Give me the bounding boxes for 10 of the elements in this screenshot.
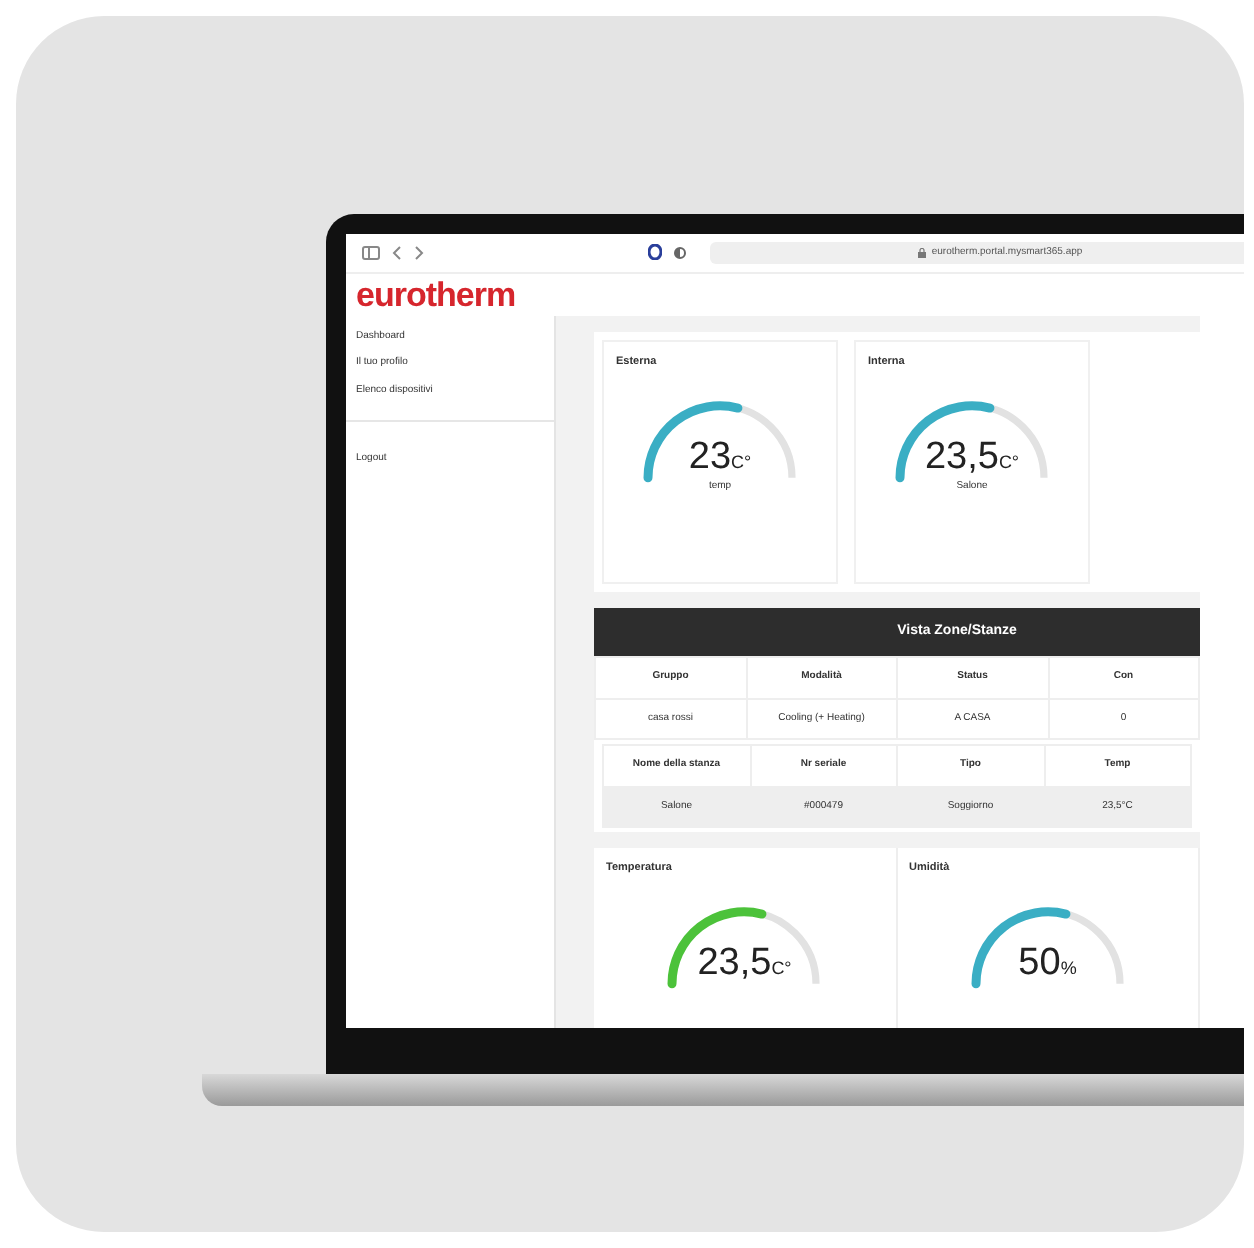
gauge-value: 23,5C°: [924, 437, 1020, 476]
gauge-value: 23C°: [688, 437, 752, 476]
lock-icon: [917, 247, 926, 258]
half-circle-icon[interactable]: [674, 245, 686, 260]
forward-icon[interactable]: [414, 245, 424, 260]
back-icon[interactable]: [392, 245, 402, 260]
sidebar-toggle-icon[interactable]: [362, 245, 380, 260]
gauge-value: 50%: [1018, 944, 1077, 983]
logo: eurotherm: [356, 277, 516, 312]
gauge-value: 23,5C°: [697, 944, 792, 983]
